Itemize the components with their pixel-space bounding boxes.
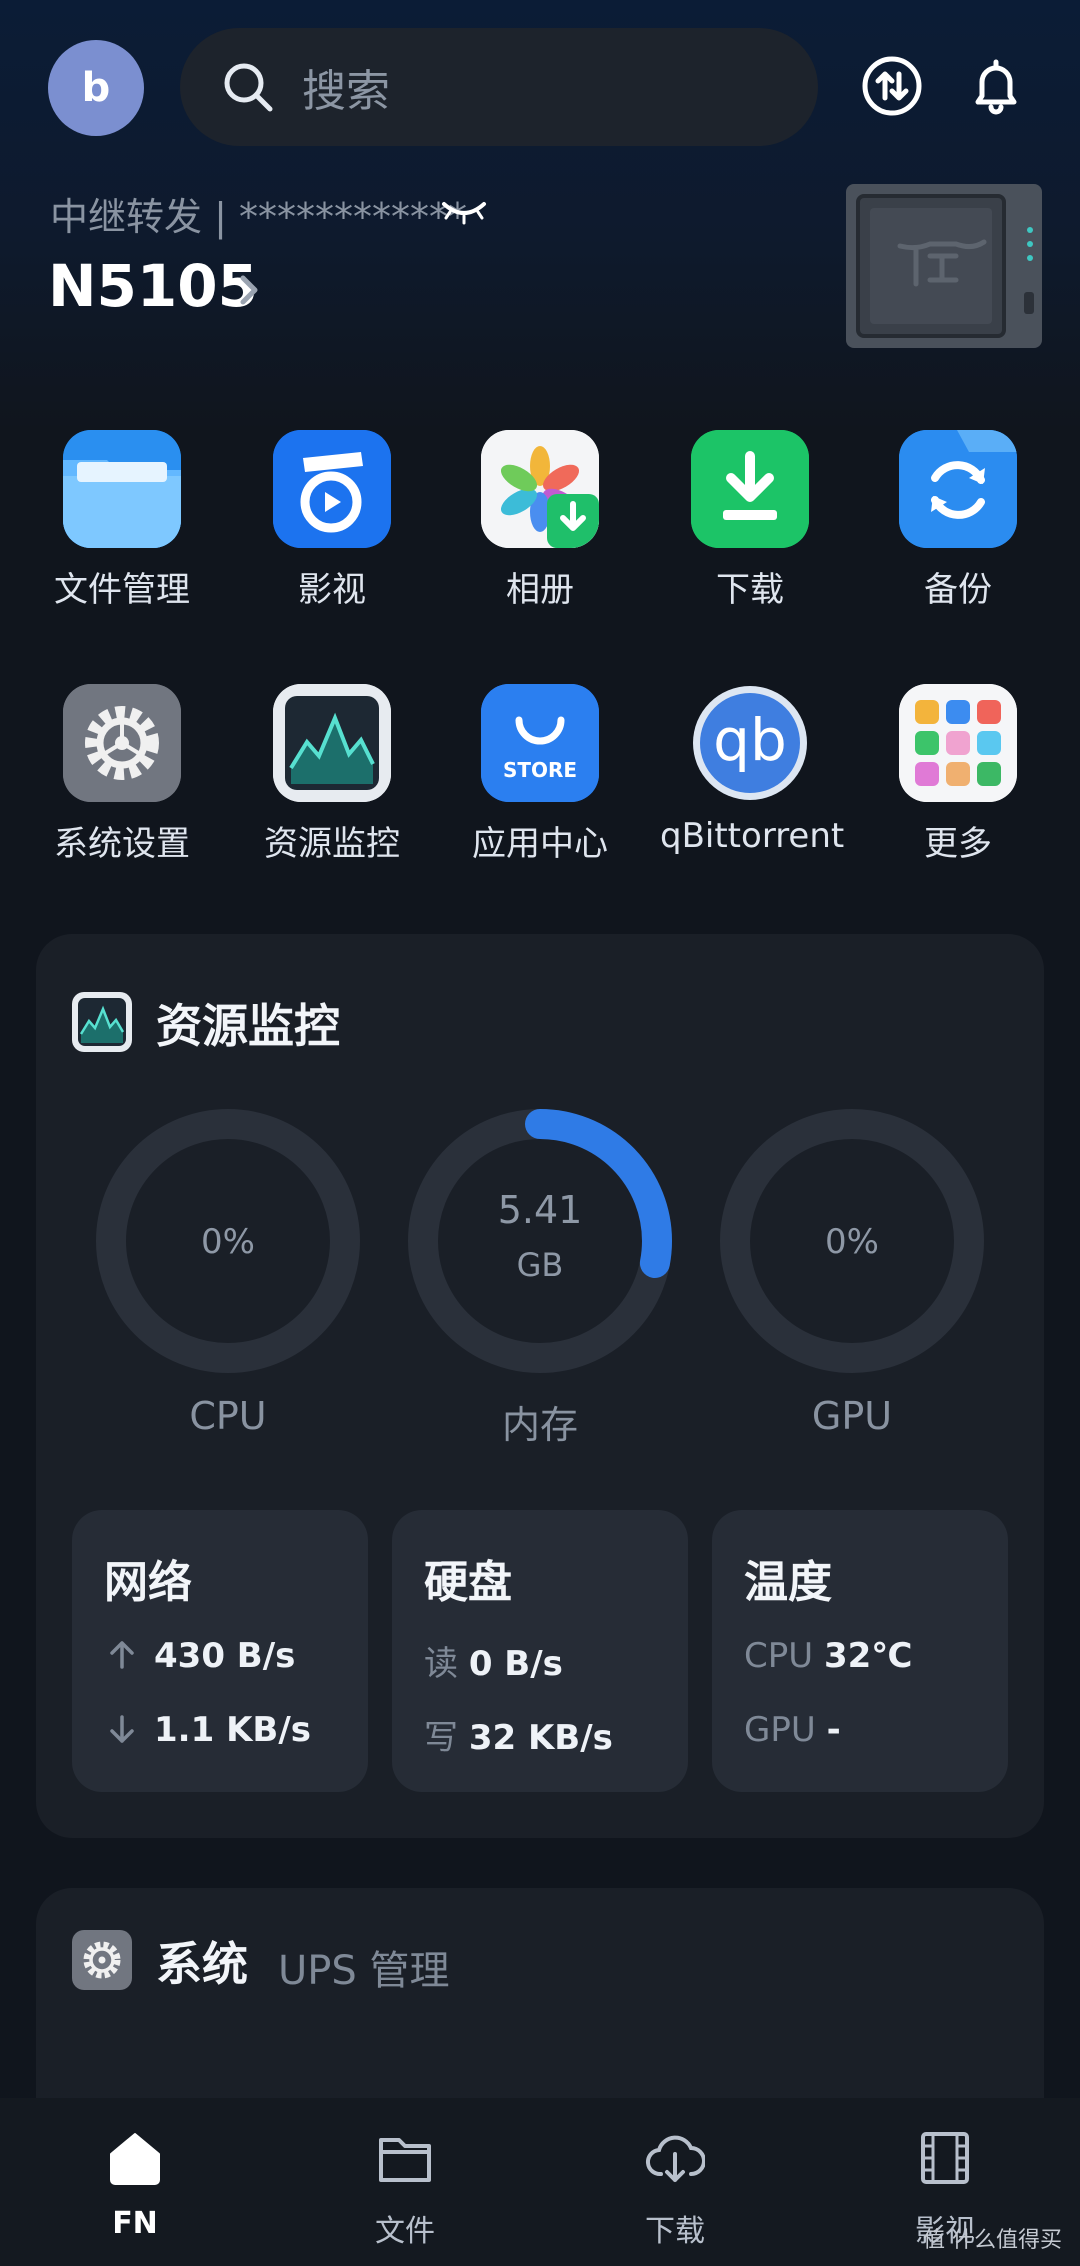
backup-icon (899, 430, 1017, 548)
video-icon (273, 430, 391, 548)
search-placeholder: 搜索 (302, 66, 390, 117)
temp-cpu-value: 32℃ (823, 1636, 913, 1676)
gpu-value: 0% (825, 1222, 879, 1262)
disk-tile[interactable]: 硬盘 读 0 B/s 写 32 KB/s (392, 1510, 688, 1792)
cpu-label: CPU (189, 1394, 267, 1438)
network-tile[interactable]: 网络 430 B/s 1.1 KB/s (72, 1510, 368, 1792)
tab-fn[interactable]: FN (0, 2098, 270, 2266)
monitor-card-icon (72, 992, 132, 1052)
arrow-down-icon (110, 1715, 134, 1743)
store-icon: STORE (481, 684, 599, 802)
temp-gpu-row: GPU - (744, 1710, 841, 1750)
network-down-row: 1.1 KB/s (104, 1710, 311, 1750)
nas-device-image (846, 184, 1042, 348)
photos-icon (481, 430, 599, 548)
disk-write-row: 写 32 KB/s (424, 1710, 613, 1759)
temperature-tile[interactable]: 温度 CPU 32℃ GPU - (712, 1510, 1008, 1792)
disk-title: 硬盘 (424, 1557, 512, 1608)
transfer-icon[interactable] (860, 54, 924, 118)
disk-read-key: 读 (424, 1644, 458, 1684)
temp-gpu-key: GPU (744, 1710, 816, 1750)
app-download[interactable]: 下载 (660, 430, 840, 611)
download-icon (691, 430, 809, 548)
user-avatar[interactable]: b (48, 40, 144, 136)
monitor-icon (273, 684, 391, 802)
avatar-letter: b (81, 65, 111, 111)
qbittorrent-icon: qb (691, 684, 809, 802)
app-label: 备份 (924, 570, 992, 610)
network-down-value: 1.1 KB/s (154, 1710, 311, 1750)
cloud-download-icon (646, 2135, 705, 2182)
temp-cpu-key: CPU (744, 1636, 814, 1676)
folder-outline-icon (379, 2138, 431, 2182)
disk-write-key: 写 (424, 1718, 458, 1758)
app-label: 下载 (716, 570, 784, 610)
bell-icon[interactable] (964, 54, 1028, 118)
memory-label: 内存 (501, 1403, 578, 1447)
app-label: 资源监控 (264, 824, 400, 864)
gpu-label: GPU (811, 1394, 893, 1438)
search-icon (224, 63, 273, 112)
disk-read-value: 0 B/s (468, 1644, 563, 1684)
app-qbittorrent[interactable]: qb qBittorrent (660, 684, 845, 856)
eye-closed-icon[interactable] (440, 196, 488, 226)
app-photos[interactable]: 相册 (450, 430, 630, 611)
more-apps-icon (899, 684, 1017, 802)
app-system-settings[interactable]: 系统设置 (32, 684, 212, 865)
app-label: 应用中心 (472, 824, 608, 864)
store-badge-text: STORE (502, 758, 578, 782)
system-card-title: 系统 (156, 1937, 248, 1991)
network-up-row: 430 B/s (104, 1636, 295, 1676)
app-label: 系统设置 (54, 824, 190, 864)
disk-read-row: 读 0 B/s (424, 1636, 563, 1685)
app-label: 相册 (506, 570, 574, 610)
film-icon (921, 2132, 969, 2184)
app-resource-monitor[interactable]: 资源监控 (242, 684, 422, 865)
temperature-title: 温度 (744, 1557, 832, 1608)
temp-cpu-row: CPU 32℃ (744, 1636, 912, 1676)
app-label: 更多 (924, 824, 992, 864)
temp-gpu-value: - (826, 1710, 841, 1750)
search-bar[interactable]: 搜索 (180, 28, 818, 146)
tab-label: 文件 (375, 2214, 435, 2249)
gear-icon (72, 1930, 132, 1990)
disk-write-value: 32 KB/s (468, 1718, 613, 1758)
gpu-gauge: 0% (717, 1106, 987, 1376)
device-name[interactable]: N5105 (48, 252, 258, 320)
gear-icon (63, 684, 181, 802)
monitor-card-title: 资源监控 (156, 999, 340, 1053)
bottom-navigation: FN 文件 下载 影视 (0, 2098, 1080, 2266)
memory-value: 5.41 (497, 1188, 583, 1232)
app-backup[interactable]: 备份 (868, 430, 1048, 611)
qb-badge-text: qb (713, 706, 787, 774)
app-video[interactable]: 影视 (242, 430, 422, 611)
home-icon (110, 2133, 160, 2185)
tab-label: FN (112, 2206, 158, 2241)
watermark: 值 什么值得买 (923, 2228, 1062, 2253)
arrow-up-icon (110, 1641, 134, 1669)
cpu-value: 0% (201, 1222, 255, 1262)
tab-files[interactable]: 文件 (270, 2098, 540, 2266)
app-file-manager[interactable]: 文件管理 (32, 430, 212, 611)
cpu-gauge: 0% (93, 1106, 363, 1376)
app-label: qBittorrent (660, 816, 845, 856)
memory-gauge: 5.41 GB (405, 1106, 675, 1376)
app-more[interactable]: 更多 (868, 684, 1048, 865)
tab-label: 下载 (645, 2214, 705, 2249)
tab-download[interactable]: 下载 (540, 2098, 810, 2266)
memory-unit: GB (516, 1246, 564, 1284)
folder-icon (63, 430, 181, 548)
network-title: 网络 (104, 1557, 192, 1608)
relay-status: 中继转发 | ************ (50, 195, 467, 239)
app-label: 影视 (298, 570, 366, 610)
chevron-right-icon[interactable] (238, 270, 262, 310)
app-store[interactable]: STORE 应用中心 (450, 684, 630, 865)
app-label: 文件管理 (54, 570, 190, 610)
network-up-value: 430 B/s (154, 1636, 296, 1676)
ups-management-link[interactable]: UPS 管理 (278, 1938, 450, 1996)
